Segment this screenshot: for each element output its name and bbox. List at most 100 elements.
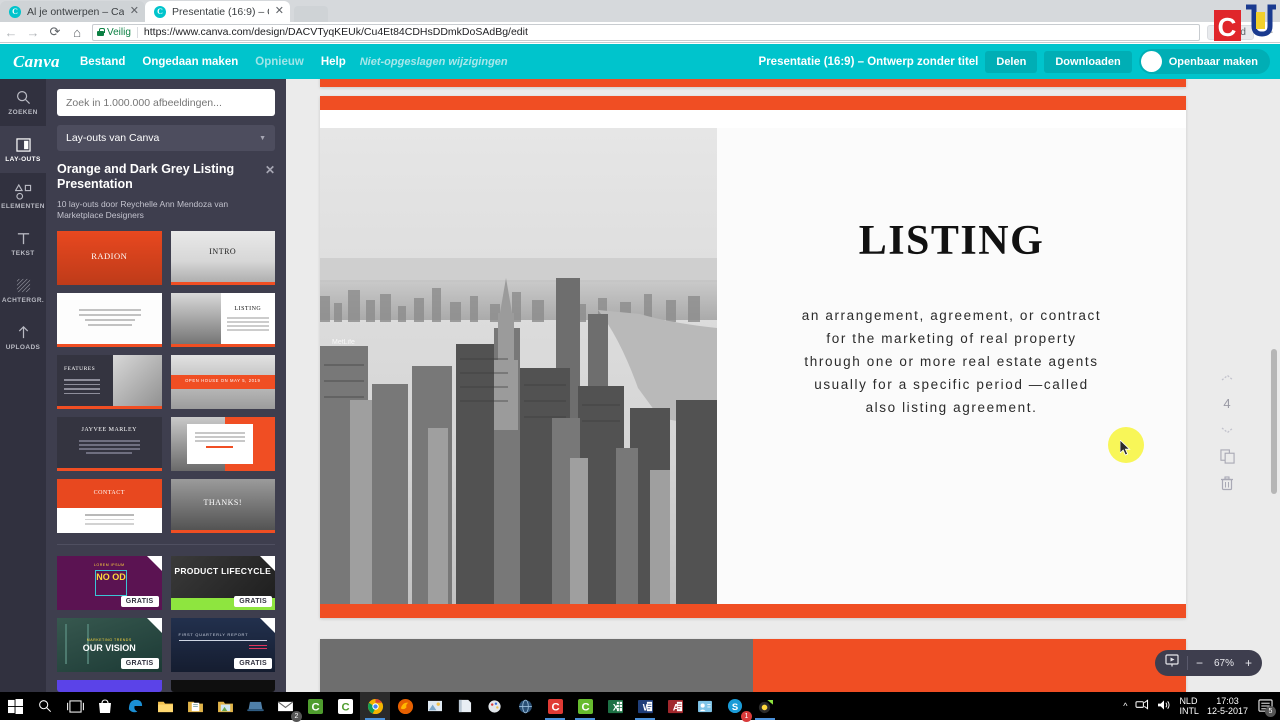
layout-thumb-listing[interactable]: LISTING bbox=[170, 293, 275, 347]
sidebar-item-achtergrond[interactable]: ACHTERGR. bbox=[0, 267, 46, 314]
layout-thumb-profile-label: JAYVEE MARLEY bbox=[81, 427, 137, 433]
present-icon[interactable] bbox=[1165, 654, 1179, 672]
vertical-scrollbar[interactable] bbox=[1271, 349, 1277, 494]
trash-icon[interactable] bbox=[1217, 474, 1237, 492]
taskbar-search-icon[interactable] bbox=[30, 692, 60, 720]
word-app-icon[interactable]: W bbox=[630, 692, 660, 720]
minimize-button[interactable]: — bbox=[1258, 26, 1276, 38]
camtasia-green-app-icon[interactable]: C bbox=[570, 692, 600, 720]
layouts-source-dropdown[interactable]: Lay-outs van Canva ▼ bbox=[57, 125, 275, 151]
move-up-icon[interactable] bbox=[1217, 369, 1237, 387]
browser-toolbar-right: Gerard — bbox=[1206, 24, 1280, 40]
mouse-cursor-icon bbox=[1120, 440, 1131, 456]
slide-heading: LISTING bbox=[858, 218, 1045, 264]
volume-icon[interactable] bbox=[1157, 699, 1171, 713]
slide-current[interactable]: MetLife LISTING an arrangement, agreemen… bbox=[320, 96, 1186, 618]
snagit-app-icon[interactable] bbox=[750, 692, 780, 720]
skype-app-icon[interactable]: S 1 bbox=[720, 692, 752, 722]
search-input[interactable] bbox=[57, 89, 275, 116]
free-thumb-nood[interactable]: LOREM IPSUM NO OD GRATIS bbox=[57, 556, 162, 610]
layout-thumb-features[interactable]: FEATURES bbox=[57, 355, 162, 409]
menu-ongedaan-maken[interactable]: Ongedaan maken bbox=[142, 56, 238, 68]
free-thumb-vision[interactable]: MARKETING TRENDS OUR VISION GRATIS bbox=[57, 618, 162, 672]
free-thumb-purple-partial[interactable] bbox=[57, 680, 162, 692]
app-green-c1-icon[interactable]: C bbox=[300, 692, 330, 720]
menu-opnieuw[interactable]: Opnieuw bbox=[255, 56, 304, 68]
action-center-icon[interactable]: 5 bbox=[1256, 697, 1276, 717]
profile-chip[interactable]: Gerard bbox=[1206, 24, 1254, 40]
download-button[interactable]: Downloaden bbox=[1044, 50, 1132, 73]
excel-app-icon[interactable]: X bbox=[600, 692, 630, 720]
chrome-browser-icon[interactable] bbox=[360, 692, 390, 720]
edge-browser-icon[interactable] bbox=[120, 692, 150, 720]
close-icon[interactable]: ✕ bbox=[130, 6, 139, 17]
sidebar-item-uploads[interactable]: UPLOADS bbox=[0, 314, 46, 361]
menu-bestand[interactable]: Bestand bbox=[80, 56, 125, 68]
slide-previous[interactable] bbox=[320, 79, 1186, 87]
slide-next[interactable] bbox=[320, 639, 1186, 692]
layout-thumb-quote[interactable] bbox=[170, 417, 275, 471]
file-explorer-icon[interactable] bbox=[150, 692, 180, 720]
notes-app-icon[interactable] bbox=[450, 692, 480, 720]
tray-chevron-icon[interactable]: ^ bbox=[1123, 701, 1127, 711]
globe-app-icon[interactable] bbox=[510, 692, 540, 720]
layout-thumb-profile[interactable]: JAYVEE MARLEY bbox=[57, 417, 162, 471]
address-bar[interactable]: Veilig https://www.canva.com/design/DACV… bbox=[92, 23, 1200, 41]
move-down-icon[interactable] bbox=[1217, 420, 1237, 438]
task-view-icon[interactable] bbox=[60, 692, 90, 720]
firefox-browser-icon[interactable] bbox=[390, 692, 420, 720]
layout-thumb-text[interactable] bbox=[57, 293, 162, 347]
access-app-icon[interactable]: A bbox=[660, 692, 690, 720]
layout-thumb-contact[interactable]: CONTACT bbox=[57, 479, 162, 533]
pictures-folder-icon[interactable] bbox=[210, 692, 240, 720]
browser-tab-2[interactable]: C Presentatie (16:9) – Ont ✕ bbox=[145, 1, 290, 22]
camtasia-app-icon[interactable]: C bbox=[540, 692, 570, 720]
home-icon[interactable]: ⌂ bbox=[66, 22, 88, 42]
contacts-app-icon[interactable] bbox=[690, 692, 720, 720]
document-title[interactable]: Presentatie (16:9) – Ontwerp zonder tite… bbox=[759, 56, 979, 68]
layout-thumb-intro[interactable]: INTRO bbox=[170, 231, 275, 285]
slide-text-pane[interactable]: LISTING an arrangement, agreement, or co… bbox=[717, 128, 1186, 604]
menu-help[interactable]: Help bbox=[321, 56, 346, 68]
share-button[interactable]: Delen bbox=[985, 50, 1038, 73]
network-icon[interactable] bbox=[1135, 699, 1149, 713]
duplicate-icon[interactable] bbox=[1217, 447, 1237, 465]
slide-accent-bar-top bbox=[320, 96, 1186, 110]
reload-icon[interactable]: ⟳ bbox=[44, 22, 66, 42]
zoom-in-button[interactable]: + bbox=[1245, 657, 1252, 669]
documents-folder-icon[interactable] bbox=[180, 692, 210, 720]
free-thumb-quarterly[interactable]: FIRST QUARTERLY REPORT GRATIS bbox=[170, 618, 275, 672]
slide-body-text: an arrangement, agreement, or contract f… bbox=[801, 308, 1102, 415]
microsoft-store-icon[interactable] bbox=[90, 692, 120, 720]
new-tab-button[interactable] bbox=[294, 6, 328, 22]
back-icon[interactable]: ← bbox=[0, 22, 22, 42]
zoom-out-button[interactable]: − bbox=[1196, 657, 1203, 669]
close-icon[interactable]: ✕ bbox=[265, 163, 275, 178]
canva-favicon-icon: C bbox=[9, 5, 21, 18]
layout-thumb-openhouse[interactable]: OPEN HOUSE ON MAY 5, 2019 bbox=[170, 355, 275, 409]
photos-app-icon[interactable] bbox=[420, 692, 450, 720]
slide-photo[interactable]: MetLife bbox=[320, 128, 717, 604]
editor-canvas[interactable]: MetLife LISTING an arrangement, agreemen… bbox=[286, 79, 1280, 692]
public-toggle[interactable]: Openbaar maken bbox=[1138, 49, 1270, 74]
app-green-c2-icon[interactable]: C bbox=[330, 692, 360, 720]
mail-app-icon[interactable]: 2 bbox=[270, 692, 302, 722]
forward-icon[interactable]: → bbox=[22, 22, 44, 42]
free-thumb-black-partial[interactable] bbox=[170, 680, 275, 692]
sidebar-item-elementen[interactable]: ELEMENTEN bbox=[0, 173, 46, 220]
paint-app-icon[interactable] bbox=[480, 692, 510, 720]
browser-tab-1[interactable]: C Al je ontwerpen – Canva ✕ bbox=[0, 1, 145, 22]
free-thumb-lifecycle[interactable]: PRODUCT LIFECYCLE GRATIS bbox=[170, 556, 275, 610]
start-button[interactable] bbox=[0, 692, 30, 720]
sidebar-item-tekst[interactable]: TEKST bbox=[0, 220, 46, 267]
layout-thumb-radion[interactable]: RADION bbox=[57, 231, 162, 285]
laptop-app-icon[interactable] bbox=[240, 692, 270, 720]
clock[interactable]: 17:03 12-5-2017 bbox=[1207, 696, 1248, 716]
input-language[interactable]: NLD INTL bbox=[1179, 696, 1199, 716]
sidebar-item-lay-outs[interactable]: LAY-OUTS bbox=[0, 126, 46, 173]
lang-line-2: INTL bbox=[1179, 706, 1199, 716]
layout-thumb-thanks[interactable]: THANKS! bbox=[170, 479, 275, 533]
sidebar-item-zoeken[interactable]: ZOEKEN bbox=[0, 79, 46, 126]
canva-logo[interactable]: Canva bbox=[13, 52, 75, 72]
close-icon[interactable]: ✕ bbox=[275, 6, 284, 17]
